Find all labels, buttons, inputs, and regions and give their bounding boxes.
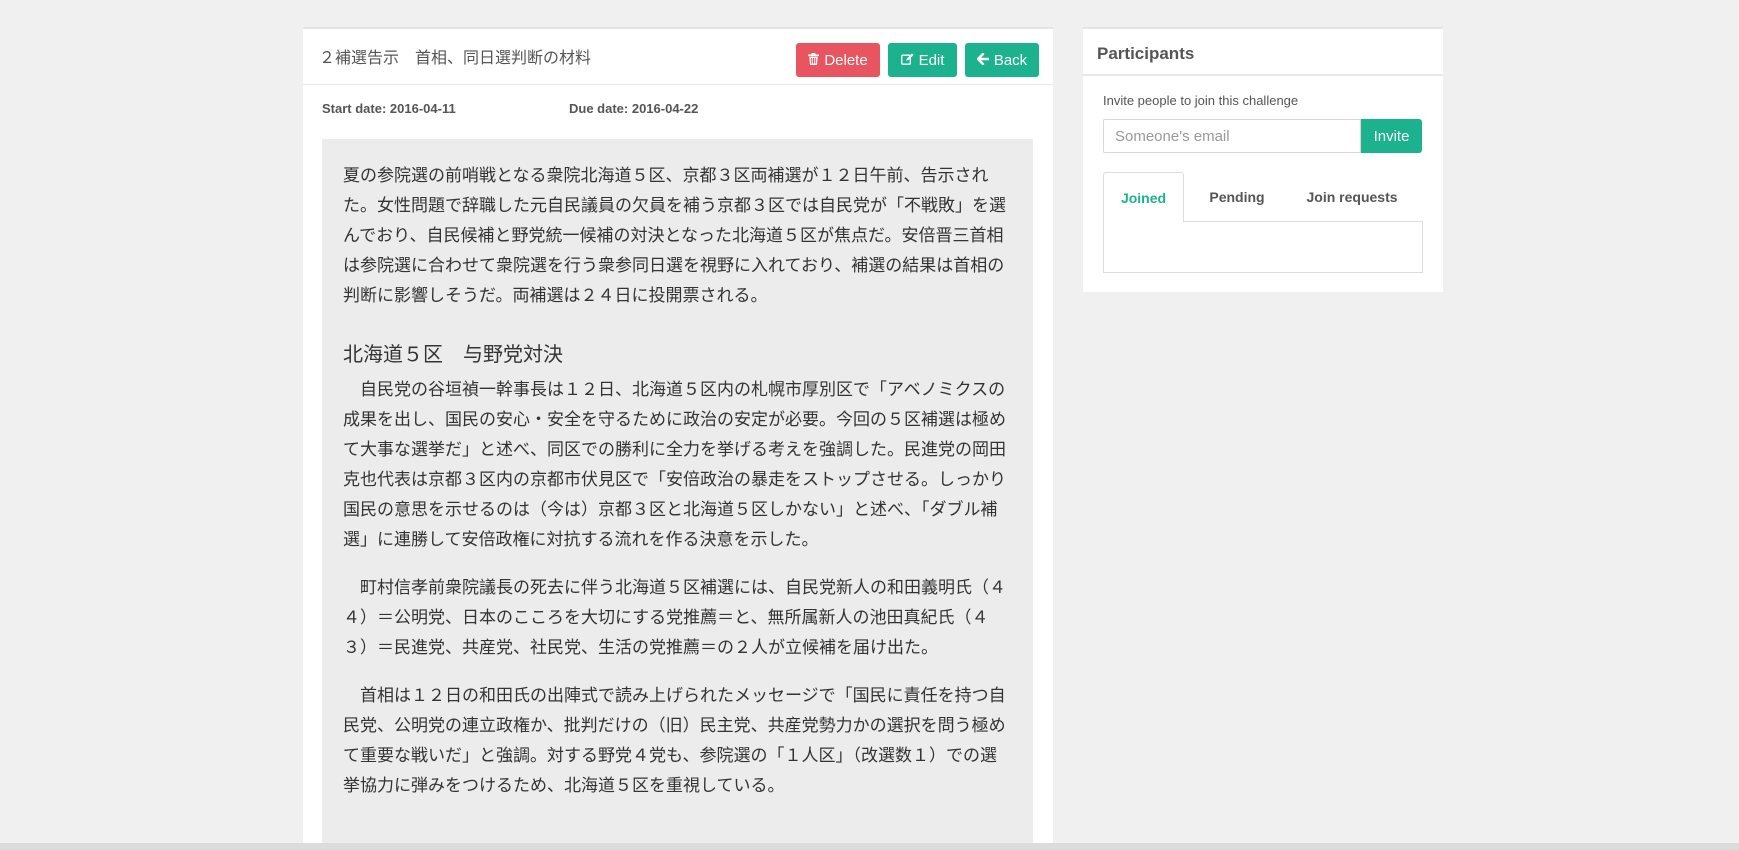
due-date: Due date: 2016-04-22 [569, 101, 699, 116]
challenge-header: ２補選告示 首相、同日選判断の材料 Delete Edit Back [303, 29, 1053, 85]
start-date: Start date: 2016-04-11 [322, 101, 456, 116]
arrow-left-icon [976, 52, 990, 67]
participants-title: Participants [1083, 29, 1443, 76]
edit-icon [900, 53, 914, 67]
section-heading: 北海道５区 与野党対決 [343, 342, 563, 366]
tab-content [1103, 222, 1423, 273]
participants-panel: Participants Invite people to join this … [1083, 27, 1443, 292]
edit-label: Edit [918, 51, 945, 69]
horizontal-scrollbar[interactable] [0, 843, 1739, 850]
invite-description: Invite people to join this challenge [1103, 93, 1299, 108]
delete-button[interactable]: Delete [796, 43, 880, 77]
back-label: Back [993, 51, 1028, 69]
tab-joined[interactable]: Joined [1103, 172, 1184, 223]
delete-label: Delete [824, 51, 868, 69]
edit-button[interactable]: Edit [888, 43, 957, 77]
intro-paragraph: 夏の参院選の前哨戦となる衆院北海道５区、京都３区両補選が１２日午前、告示された。… [343, 166, 1006, 306]
participant-tabs: Joined Pending Join requests [1103, 172, 1423, 223]
trash-icon [808, 53, 820, 67]
challenge-title: ２補選告示 首相、同日選判断の材料 [319, 48, 592, 67]
challenge-panel: ２補選告示 首相、同日選判断の材料 Delete Edit Back Start… [303, 27, 1053, 850]
challenge-description: 夏の参院選の前哨戦となる衆院北海道５区、京都３区両補選が１２日午前、告示された。… [322, 139, 1033, 850]
email-input[interactable] [1103, 119, 1361, 153]
body-paragraph: 自民党の谷垣禎一幹事長は１２日、北海道５区内の札幌市厚別区で「アベノミクスの成果… [343, 380, 1006, 550]
invite-button[interactable]: Invite [1361, 119, 1422, 153]
body-paragraph: 町村信孝前衆院議長の死去に伴う北海道５区補選には、自民党新人の和田義明氏（４４）… [343, 578, 1006, 658]
tab-join-requests[interactable]: Join requests [1289, 172, 1415, 222]
back-button[interactable]: Back [965, 43, 1039, 77]
tab-pending[interactable]: Pending [1193, 172, 1281, 222]
body-paragraph: 首相は１２日の和田氏の出陣式で読み上げられたメッセージで「国民に責任を持つ自民党… [343, 686, 1006, 796]
